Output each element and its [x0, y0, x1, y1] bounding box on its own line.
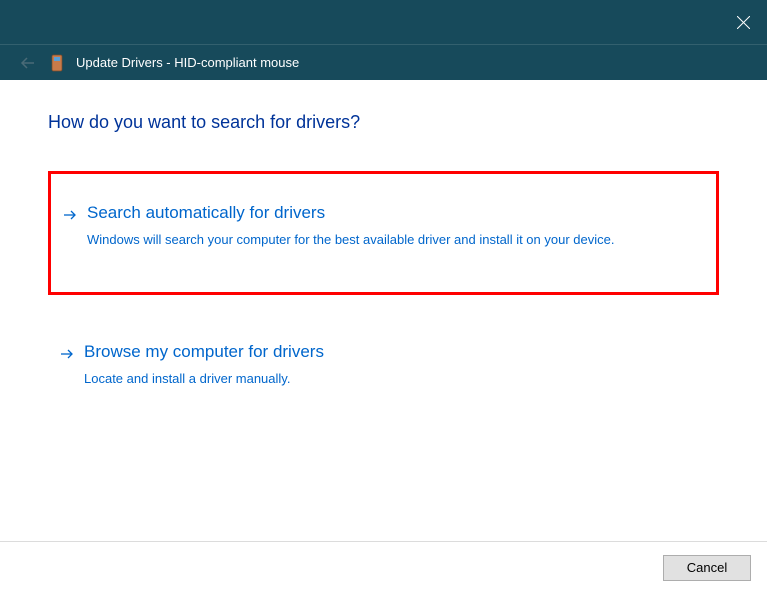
breadcrumb-bar: Update Drivers - HID-compliant mouse [0, 44, 767, 80]
option-browse-computer[interactable]: Browse my computer for drivers Locate an… [48, 323, 719, 407]
breadcrumb-title: Update Drivers - HID-compliant mouse [76, 55, 299, 70]
content-area: How do you want to search for drivers? S… [0, 80, 767, 406]
footer: Cancel [0, 541, 767, 593]
close-button[interactable] [719, 0, 767, 44]
option-text: Search automatically for drivers Windows… [87, 202, 702, 250]
arrow-right-icon [58, 345, 76, 363]
option-description: Locate and install a driver manually. [84, 369, 705, 389]
titlebar [0, 0, 767, 44]
close-icon [737, 16, 750, 29]
arrow-right-icon [61, 206, 79, 224]
page-heading: How do you want to search for drivers? [48, 112, 719, 133]
back-button[interactable] [18, 53, 38, 73]
cancel-button[interactable]: Cancel [663, 555, 751, 581]
option-search-automatically[interactable]: Search automatically for drivers Windows… [48, 171, 719, 295]
device-icon [50, 54, 64, 72]
option-title: Browse my computer for drivers [84, 341, 705, 363]
option-title: Search automatically for drivers [87, 202, 702, 224]
option-description: Windows will search your computer for th… [87, 230, 702, 250]
back-arrow-icon [20, 55, 36, 71]
option-text: Browse my computer for drivers Locate an… [84, 341, 705, 389]
